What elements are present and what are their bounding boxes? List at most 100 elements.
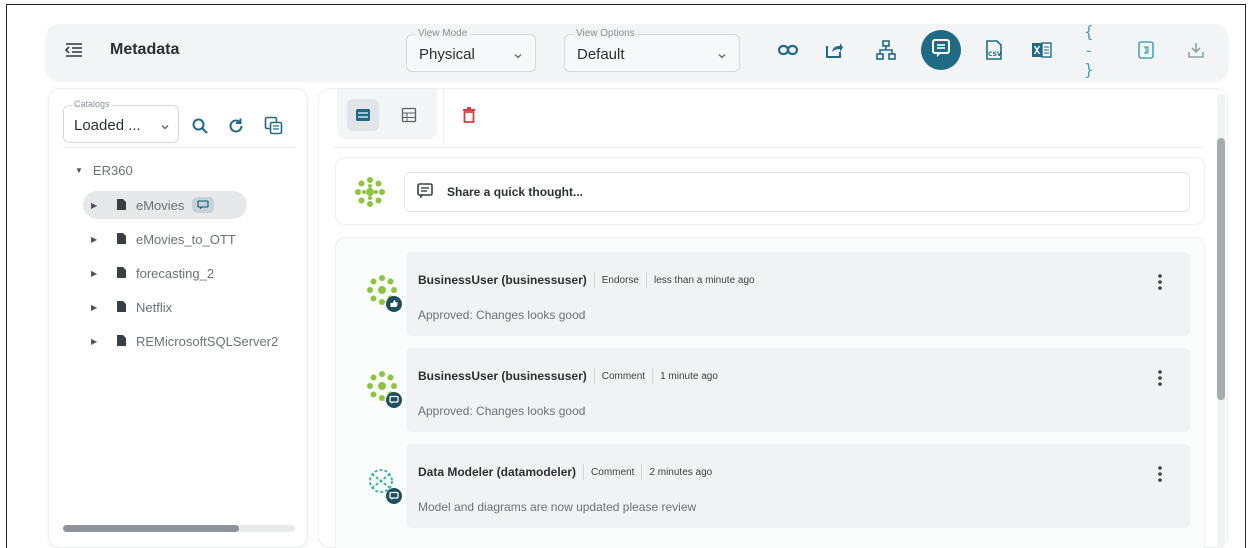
- catalog-value: Loaded ...: [74, 117, 141, 134]
- user-avatar: [362, 270, 406, 314]
- tree-item-label: forecasting_2: [136, 265, 215, 281]
- comment-badge-icon: [192, 197, 215, 213]
- share-icon[interactable]: [822, 38, 846, 62]
- view-mode-value: Physical: [419, 46, 475, 63]
- divider: [333, 147, 1205, 148]
- comment-header: BusinessUser (businessuser) Comment 1 mi…: [418, 368, 718, 384]
- json-icon[interactable]: { - }: [1084, 22, 1108, 79]
- comment-user[interactable]: BusinessUser (businessuser): [418, 273, 587, 287]
- caret-right-icon: ▶: [91, 268, 98, 278]
- divider: [593, 272, 595, 288]
- list-view-icon: [356, 109, 370, 121]
- chevron-down-icon: [513, 48, 523, 59]
- view-toggle: [337, 89, 437, 139]
- comment-header: Data Modeler (datamodeler) Comment 2 min…: [418, 464, 712, 480]
- comments-panel: Share a quick thought... BusinessUser (b…: [318, 88, 1228, 548]
- view-options-select[interactable]: View Options Default: [564, 28, 740, 72]
- divider: [645, 272, 647, 288]
- user-avatar: [362, 462, 406, 506]
- file-icon: [117, 198, 126, 213]
- file-icon: [117, 300, 126, 315]
- caret-down-icon: ▼: [75, 166, 83, 175]
- document-icon[interactable]: [1134, 38, 1158, 62]
- file-icon: [117, 334, 126, 349]
- hierarchy-icon[interactable]: [874, 38, 898, 62]
- csv-export-icon[interactable]: CSV: [982, 38, 1006, 62]
- file-icon: [117, 232, 126, 247]
- catalog-label: Catalogs: [72, 99, 112, 109]
- more-options-icon[interactable]: [1156, 368, 1164, 388]
- download-icon[interactable]: [1184, 38, 1208, 62]
- divider: [63, 147, 295, 148]
- user-avatar: [362, 366, 406, 410]
- comment-icon: [417, 182, 433, 202]
- chevron-down-icon: [717, 48, 727, 59]
- comment-header: BusinessUser (businessuser) Endorse less…: [418, 272, 755, 288]
- tree-item-emovies[interactable]: ▶ eMovies: [83, 191, 247, 219]
- tree-item-label: eMovies_to_OTT: [136, 231, 236, 247]
- comment-user[interactable]: BusinessUser (businessuser): [418, 369, 587, 383]
- vertical-scrollbar[interactable]: [1217, 94, 1225, 548]
- comment-body: Approved: Changes looks good: [418, 404, 586, 418]
- refresh-icon[interactable]: [225, 115, 247, 137]
- tree-item-remicrosoftsqlserver2[interactable]: ▶ REMicrosoftSQLServer2: [83, 327, 305, 355]
- comment-item: BusinessUser (businessuser) Endorse less…: [406, 252, 1190, 336]
- tree-item-label: Netflix: [136, 299, 173, 315]
- caret-right-icon: ▶: [91, 302, 98, 312]
- user-avatar: [350, 172, 390, 212]
- catalog-select[interactable]: Catalogs Loaded ...: [63, 99, 179, 143]
- comment-type: Comment: [591, 466, 635, 478]
- comment-type: Comment: [601, 370, 646, 382]
- divider: [641, 464, 643, 480]
- tree-item-label: eMovies: [136, 197, 185, 213]
- view-mode-label: View Mode: [415, 28, 471, 39]
- copy-icon[interactable]: [263, 115, 285, 137]
- comment-body: Model and diagrams are now updated pleas…: [418, 500, 697, 514]
- quick-thought-input[interactable]: Share a quick thought...: [404, 172, 1190, 212]
- tree-root-label: ER360: [92, 163, 133, 178]
- grid-view-button[interactable]: [393, 99, 425, 131]
- comment-type: Endorse: [601, 274, 639, 286]
- scrollbar-thumb[interactable]: [1217, 138, 1225, 400]
- divider: [652, 368, 654, 384]
- list-view-button[interactable]: [347, 99, 379, 131]
- tree-item-forecasting-2[interactable]: ▶ forecasting_2: [83, 259, 214, 287]
- delete-icon[interactable]: [457, 103, 481, 127]
- divider: [583, 464, 585, 480]
- scrollbar-thumb[interactable]: [63, 525, 239, 532]
- chevron-down-icon: [160, 119, 170, 130]
- catalog-panel: Catalogs Loaded ... ▼ ER360 ▶ eMovies ▶ …: [48, 88, 308, 548]
- more-options-icon[interactable]: [1156, 464, 1164, 484]
- comment-item: BusinessUser (businessuser) Comment 1 mi…: [406, 348, 1190, 432]
- caret-right-icon: ▶: [91, 336, 98, 346]
- more-options-icon[interactable]: [1156, 272, 1164, 292]
- quick-thought-placeholder: Share a quick thought...: [447, 185, 584, 199]
- comments-button[interactable]: [921, 30, 961, 70]
- comment-time: 2 minutes ago: [649, 466, 713, 478]
- compose-card: Share a quick thought...: [335, 157, 1205, 225]
- excel-export-icon[interactable]: [1030, 38, 1054, 62]
- caret-right-icon: ▶: [91, 200, 98, 210]
- tree-root-er360[interactable]: ▼ ER360: [75, 163, 133, 178]
- search-icon[interactable]: [189, 115, 211, 137]
- comment-feed: BusinessUser (businessuser) Endorse less…: [335, 237, 1205, 548]
- link-icon[interactable]: [776, 38, 800, 62]
- divider: [443, 89, 444, 141]
- horizontal-scrollbar[interactable]: [63, 525, 295, 532]
- comments-icon: [930, 37, 952, 64]
- caret-right-icon: ▶: [91, 234, 98, 244]
- comment-item: Data Modeler (datamodeler) Comment 2 min…: [406, 444, 1190, 528]
- tree-item-netflix[interactable]: ▶ Netflix: [83, 293, 172, 321]
- file-icon: [117, 266, 126, 281]
- comment-user[interactable]: Data Modeler (datamodeler): [418, 465, 576, 479]
- page-title: Metadata: [110, 41, 180, 58]
- comment-body: Approved: Changes looks good: [418, 308, 586, 322]
- comment-time: 1 minute ago: [660, 370, 718, 382]
- view-options-label: View Options: [573, 28, 638, 39]
- tree-item-emovies-to-ott[interactable]: ▶ eMovies_to_OTT: [83, 225, 236, 253]
- menu-collapse-icon[interactable]: [64, 40, 84, 60]
- divider: [593, 368, 595, 384]
- svg-text:CSV: CSV: [988, 51, 1002, 58]
- grid-view-icon: [401, 107, 417, 123]
- view-mode-select[interactable]: View Mode Physical: [406, 28, 536, 72]
